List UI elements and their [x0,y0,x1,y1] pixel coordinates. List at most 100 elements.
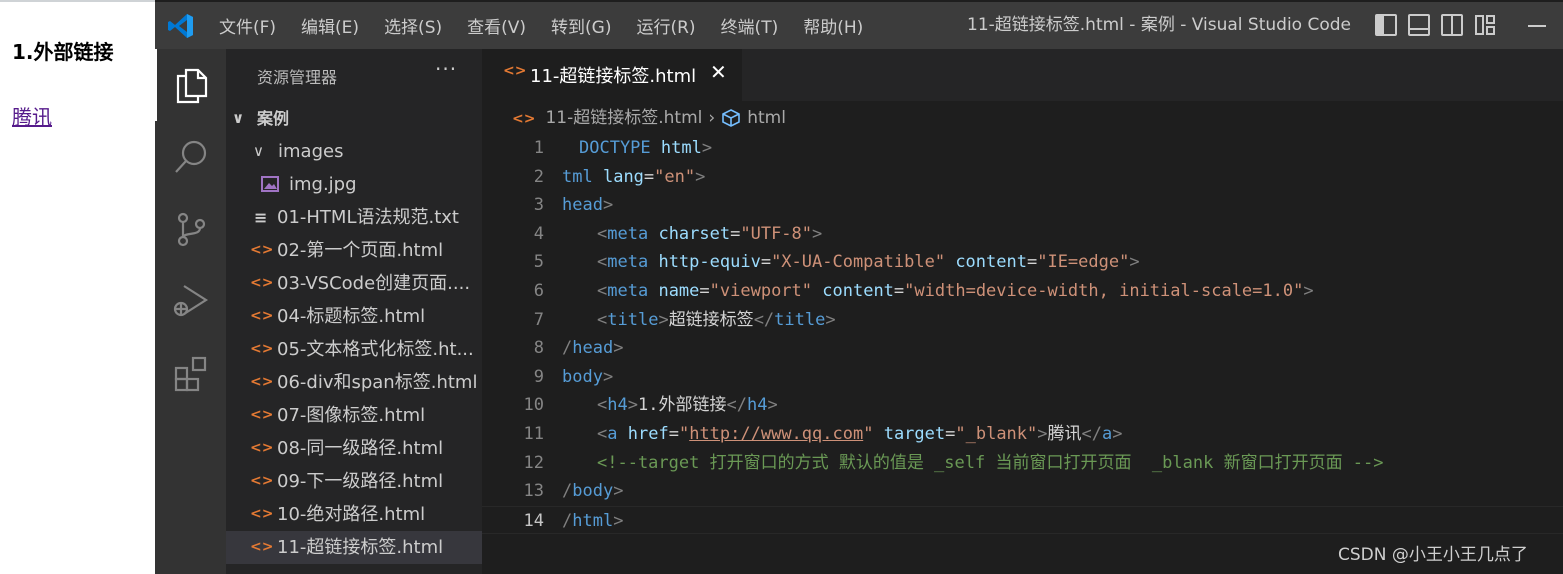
vscode-window: 文件(F) 编辑(E) 选择(S) 查看(V) 转到(G) 运行(R) 终端(T… [155,0,1563,574]
html-file-icon: <> [250,341,274,357]
symbol-cube-icon [722,109,740,127]
minimize-button[interactable] [1528,25,1546,27]
toggle-panel-icon[interactable] [1408,14,1430,36]
menu-bar: 文件(F) 编辑(E) 选择(S) 查看(V) 转到(G) 运行(R) 终端(T… [219,2,888,49]
browser-page: 1.外部链接 腾讯 [0,0,155,574]
line-number: 3 [533,195,544,216]
html-file-icon: <> [250,407,274,423]
tab-label: 11-超链接标签.html [530,66,697,87]
watermark: CSDN @小王小王几点了 [1338,545,1528,565]
file-02[interactable]: <> 02-第一个页面.html [226,234,482,267]
file-08[interactable]: <> 08-同一级路径.html [226,432,482,465]
activity-bar [155,49,226,574]
code-line: 6 <meta name="viewport" content="width=de… [482,277,1563,306]
file-label: 05-文本格式化标签.ht... [277,339,474,360]
html-file-icon: <> [250,539,274,555]
explorer-title: 资源管理器 [257,68,338,87]
tencent-link[interactable]: 腾讯 [12,101,52,130]
menu-edit[interactable]: 编辑(E) [301,13,359,38]
html-file-icon: <> [250,242,274,258]
text-file-icon: ≡ [254,208,268,227]
code-line: 7 <title>超链接标签</title> [482,306,1563,335]
file-10[interactable]: <> 10-绝对路径.html [226,498,482,531]
code-line: 1 DOCTYPE html> [482,134,1563,163]
file-label: 01-HTML语法规范.txt [277,207,459,228]
code-line: 2 tml lang="en"> [482,163,1563,192]
html-file-icon: <> [250,473,274,489]
search-icon[interactable] [155,121,226,193]
image-file-icon [261,168,279,201]
html-file-icon: <> [250,308,274,324]
code-line: 5 <meta http-equiv="X-UA-Compatible" cont… [482,248,1563,277]
file-label: 10-绝对路径.html [277,504,426,525]
file-label: 06-div和span标签.html [277,372,478,393]
customize-layout-icon[interactable] [1474,14,1496,36]
file-label: 07-图像标签.html [277,405,426,426]
line-number: 1 [533,138,544,158]
close-icon[interactable]: ✕ [710,60,727,84]
chevron-down-icon: ∨ [253,142,264,160]
line-number: 11 [523,423,544,444]
line-number: 14 [523,510,544,531]
toggle-secondary-sidebar-icon[interactable] [1441,14,1463,36]
file-label: 09-下一级路径.html [277,471,444,492]
breadcrumb-separator: › [708,108,716,128]
file-11-selected[interactable]: <> 11-超链接标签.html [226,531,482,564]
html-file-icon: <> [250,506,274,522]
menu-help[interactable]: 帮助(H) [803,13,863,38]
browser-top-border [0,0,155,2]
code-line: 11 <a href="http://www.qq.com" target="_b… [482,420,1563,449]
line-number: 4 [533,223,544,244]
code-line: 10 <h4>1.外部链接</h4> [482,391,1563,420]
menu-file[interactable]: 文件(F) [219,13,276,38]
editor-tabs: <> 11-超链接标签.html ✕ [482,49,1563,101]
file-03[interactable]: <> 03-VSCode创建页面.... [226,267,482,300]
explorer-icon[interactable] [155,49,226,121]
html-file-icon: <> [250,275,274,291]
menu-run[interactable]: 运行(R) [636,13,695,38]
file-01[interactable]: ≡ 01-HTML语法规范.txt [226,201,482,234]
line-number: 2 [533,166,544,187]
tab-active-file[interactable]: <> 11-超链接标签.html ✕ [482,49,742,101]
code-line: 12 <!--target 打开窗口的方式 默认的值是 _self 当前窗口打开页… [482,449,1563,478]
folder-root-anli[interactable]: ∨ 案例 [226,102,482,135]
file-04[interactable]: <> 04-标题标签.html [226,300,482,333]
code-editor[interactable]: 1 DOCTYPE html> 2 tml lang="en"> 3 head> 4 <… [482,134,1563,535]
menu-selection[interactable]: 选择(S) [384,13,442,38]
code-line: 8/head> [482,334,1563,363]
file-label: 11-超链接标签.html [277,537,444,558]
file-09[interactable]: <> 09-下一级路径.html [226,465,482,498]
line-number: 5 [533,252,544,273]
title-bar: 文件(F) 编辑(E) 选择(S) 查看(V) 转到(G) 运行(R) 终端(T… [155,2,1563,49]
source-control-icon[interactable] [155,193,226,265]
file-07[interactable]: <> 07-图像标签.html [226,399,482,432]
file-label: 02-第一个页面.html [277,240,444,261]
html-file-icon: <> [250,374,274,390]
run-debug-icon[interactable] [155,265,226,337]
extensions-icon[interactable] [155,337,226,409]
code-line: 3 head> [482,191,1563,220]
line-number: 7 [533,309,544,330]
page-heading: 1.外部链接 [12,40,114,64]
menu-terminal[interactable]: 终端(T) [721,13,779,38]
explorer-sidebar: 资源管理器 ··· ∨ 案例 ∨ images img.jpg ≡ 01-HTM… [226,49,482,574]
more-actions-button[interactable]: ··· [435,57,457,81]
code-line: 9 body> [482,363,1563,392]
html-file-icon: <> [503,63,527,79]
breadcrumb: <> 11-超链接标签.html › html [512,104,786,132]
file-label: img.jpg [289,174,357,195]
folder-images[interactable]: ∨ images [226,135,482,168]
file-img-jpg[interactable]: img.jpg [226,168,482,201]
breadcrumb-file[interactable]: 11-超链接标签.html [545,108,702,128]
layout-controls [1375,14,1507,36]
chevron-down-icon: ∨ [232,109,245,127]
file-05[interactable]: <> 05-文本格式化标签.ht... [226,333,482,366]
toggle-primary-sidebar-icon[interactable] [1375,14,1397,36]
menu-go[interactable]: 转到(G) [551,13,611,38]
file-06[interactable]: <> 06-div和span标签.html [226,366,482,399]
file-label: 03-VSCode创建页面.... [277,273,471,294]
menu-view[interactable]: 查看(V) [467,13,526,38]
breadcrumb-symbol[interactable]: html [747,108,786,128]
file-label: 04-标题标签.html [277,306,426,327]
file-label: 08-同一级路径.html [277,438,444,459]
